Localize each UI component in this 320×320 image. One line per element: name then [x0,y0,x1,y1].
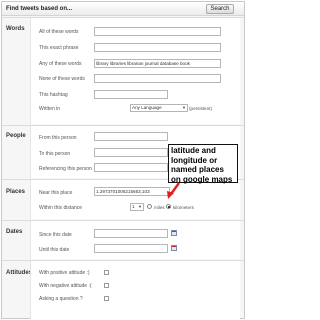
since-date-input[interactable] [94,229,168,238]
kilometers-label: kilometers [173,205,194,210]
persistent-note: (persistent) [189,106,212,111]
question-label: Asking a question ? [39,296,83,302]
page-title: Find tweets based on... [6,6,73,12]
since-date-label: Since this date [39,232,72,238]
section-label-attitudes: Attitudes [6,270,32,276]
miles-radio[interactable] [147,204,152,209]
hashtag-input[interactable] [94,90,168,99]
section-label-places: Places [6,189,26,195]
calendar-icon[interactable] [171,245,177,251]
any-words-input[interactable]: library libraries librarian journal data… [94,59,221,68]
to-person-input[interactable] [94,148,168,157]
section-places-body [30,180,240,219]
until-date-input[interactable] [94,244,168,253]
all-words-label: All of these words [39,29,79,35]
question-checkbox[interactable] [104,296,109,301]
none-words-input[interactable] [94,74,221,83]
section-dates-body [30,221,240,259]
from-person-input[interactable] [94,132,168,141]
referencing-person-input[interactable] [94,163,168,172]
all-words-input[interactable] [94,27,221,36]
any-words-label: Any of these words [39,61,82,67]
section-label-words: Words [6,26,25,32]
written-in-label: Written in [39,106,61,112]
until-date-label: Until this date [39,247,70,253]
positive-attitude-checkbox[interactable] [104,270,109,275]
negative-attitude-label: With negative attitude :( [39,283,92,289]
annotation-callout: latitude and longitude or named places o… [168,144,238,184]
exact-phrase-input[interactable] [94,43,221,52]
section-label-dates: Dates [6,229,23,235]
language-select-value: Any Language [132,105,162,110]
chevron-down-icon: ▼ [138,204,142,209]
hashtag-label: This hashtag [39,92,68,98]
section-label-people: People [6,133,26,139]
to-person-label: To this person [39,151,71,157]
distance-select-value: 1 [132,204,135,209]
miles-label: miles [154,205,165,210]
from-person-label: From this person [39,135,77,141]
exact-phrase-label: This exact phrase [39,45,79,51]
near-place-label: Near this place [39,190,73,196]
calendar-icon[interactable] [171,230,177,236]
language-select[interactable]: Any Language ▼ [130,104,188,112]
kilometers-radio[interactable] [166,204,171,209]
positive-attitude-label: With positive attitude :) [39,270,90,276]
distance-select[interactable]: 1 ▼ [130,203,144,211]
search-button[interactable]: Search [206,4,234,14]
referencing-person-label: Referencing this person [39,166,92,172]
near-place-input[interactable]: 1.2973701006215663,103 [94,187,170,196]
none-words-label: None of these words [39,76,85,82]
chevron-down-icon: ▼ [182,105,186,110]
negative-attitude-checkbox[interactable] [104,283,109,288]
header-bar: Find tweets based on... Search [2,2,244,16]
within-distance-label: Within this distance [39,205,83,211]
